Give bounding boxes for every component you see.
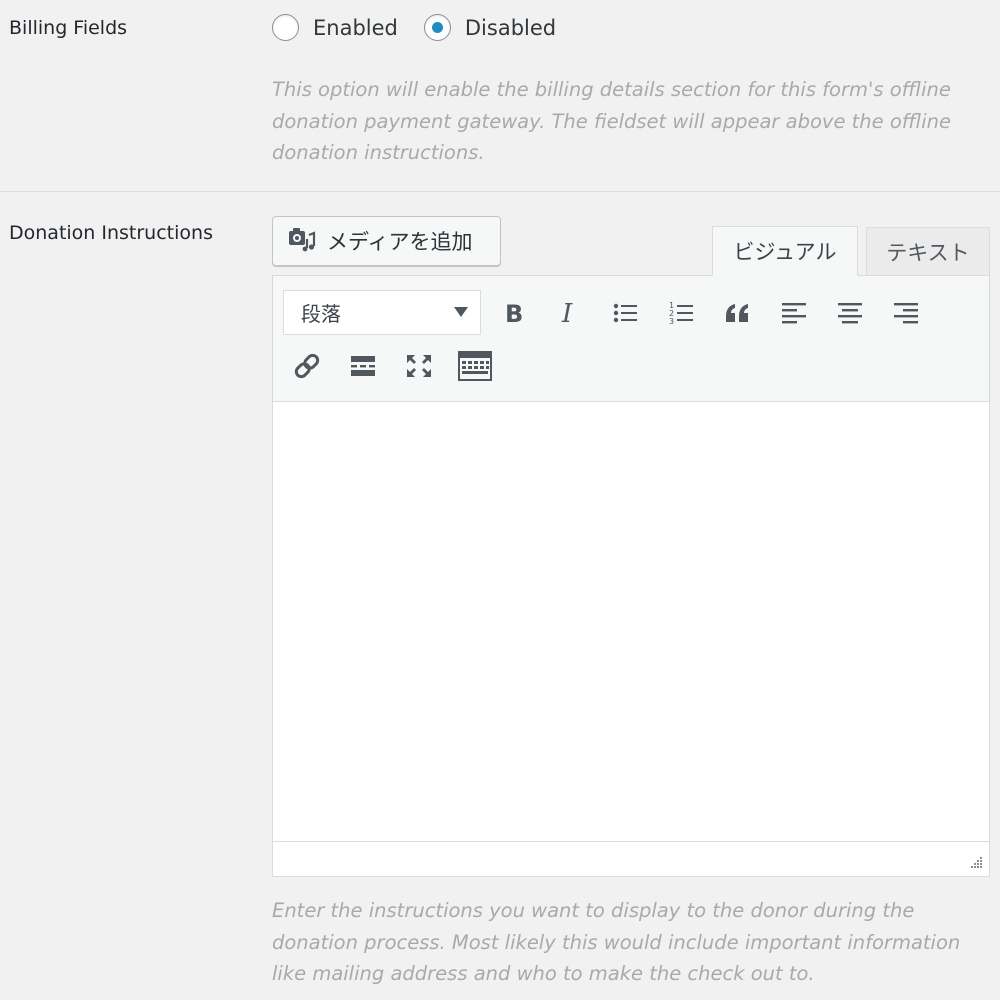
caret-down-icon [454, 307, 468, 317]
align-center-button[interactable] [830, 293, 870, 333]
tab-visual[interactable]: ビジュアル [712, 226, 858, 276]
add-media-button[interactable]: メディアを追加 [272, 216, 501, 266]
blockquote-button[interactable] [718, 293, 758, 333]
bulleted-list-button[interactable] [606, 293, 646, 333]
italic-icon: I [561, 301, 573, 325]
blockquote-icon [726, 304, 748, 322]
link-icon [294, 353, 320, 379]
read-more-icon [351, 356, 375, 376]
insert-link-button[interactable] [287, 346, 327, 386]
bulleted-list-icon [613, 303, 637, 323]
billing-fields-description: This option will enable the billing deta… [272, 78, 952, 164]
fullscreen-button[interactable] [399, 346, 439, 386]
billing-fields-label: Billing Fields [9, 17, 128, 39]
donation-instructions-description: Enter the instructions you want to displ… [272, 899, 961, 985]
align-right-icon [894, 303, 918, 324]
align-left-icon [782, 303, 806, 324]
billing-fields-row: Billing Fields Enabled Disabled This opt… [0, 0, 1000, 192]
svg-text:I: I [561, 301, 573, 325]
radio-disabled-label[interactable]: Disabled [465, 16, 556, 40]
wysiwyg-editor: 段落 B I 1 2 3 [272, 275, 990, 877]
radio-enabled-circle[interactable] [272, 14, 299, 41]
billing-fields-radio-group: Enabled Disabled [272, 14, 582, 41]
numbered-list-button[interactable]: 1 2 3 [662, 293, 702, 333]
radio-enabled[interactable]: Enabled [272, 14, 398, 41]
donation-instructions-row: Donation Instructions メディアを追加 ビジュアル テキスト… [0, 192, 1000, 1000]
media-add-icon [287, 225, 317, 257]
radio-disabled-circle[interactable] [423, 14, 451, 41]
italic-button[interactable]: I [549, 293, 589, 333]
editor-content-area[interactable] [273, 402, 989, 842]
bold-icon: B [505, 301, 523, 325]
toolbar-toggle-icon [458, 351, 492, 381]
resize-handle-icon[interactable] [967, 854, 983, 870]
numbered-list-icon: 1 2 3 [669, 301, 693, 326]
align-right-button[interactable] [886, 293, 926, 333]
read-more-button[interactable] [343, 346, 383, 386]
fullscreen-icon [407, 355, 431, 377]
editor-toolbar: 段落 B I 1 2 3 [273, 276, 989, 402]
radio-enabled-label[interactable]: Enabled [313, 16, 398, 40]
bold-button[interactable]: B [493, 293, 533, 333]
editor-status-bar [273, 841, 989, 876]
radio-selected-dot [431, 22, 443, 33]
radio-disabled[interactable]: Disabled [423, 14, 556, 41]
align-left-button[interactable] [774, 293, 814, 333]
toolbar-toggle-button[interactable] [455, 346, 495, 386]
align-center-icon [838, 303, 862, 324]
svg-text:B: B [505, 301, 523, 325]
svg-text:3: 3 [669, 317, 674, 326]
format-select-value[interactable]: 段落 [301, 298, 341, 327]
donation-instructions-label: Donation Instructions [9, 222, 213, 244]
tab-text[interactable]: テキスト [866, 227, 990, 277]
format-select[interactable]: 段落 [283, 290, 481, 335]
add-media-label[interactable]: メディアを追加 [327, 226, 473, 256]
